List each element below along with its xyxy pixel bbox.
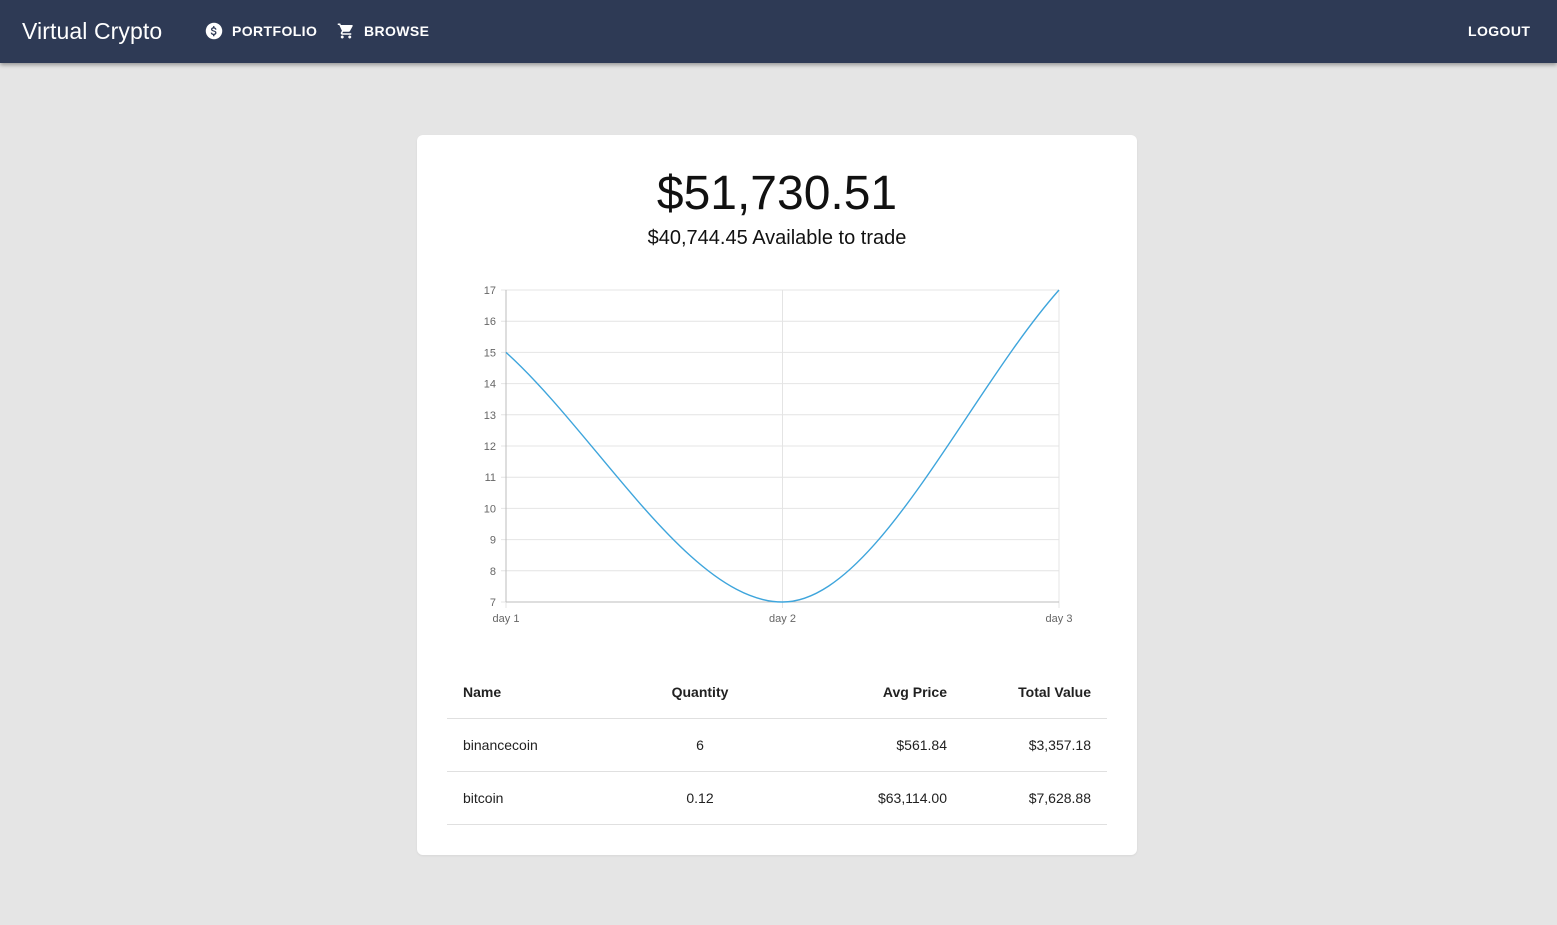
logout-label: LOGOUT bbox=[1468, 23, 1531, 39]
holdings-table: Name Quantity Avg Price Total Value bina… bbox=[447, 665, 1107, 825]
portfolio-line-chart: 7 8 9 10 11 12 13 14 15 16 17 day 1 day 2 day 3 bbox=[484, 285, 1073, 625]
header-name[interactable]: Name bbox=[447, 665, 619, 719]
app-title[interactable]: Virtual Crypto bbox=[22, 16, 162, 46]
table-row[interactable]: binancecoin 6 $561.84 $3,357.18 bbox=[447, 718, 1107, 772]
nav-portfolio-label: PORTFOLIO bbox=[232, 23, 318, 39]
logout-button[interactable]: LOGOUT bbox=[1468, 18, 1530, 44]
y-tick-label: 15 bbox=[484, 347, 496, 359]
holding-avg-price: $561.84 bbox=[781, 718, 963, 772]
holding-total-value: $7,628.88 bbox=[963, 771, 1107, 825]
header-avg-price[interactable]: Avg Price bbox=[781, 665, 963, 719]
portfolio-card: $51,730.51 $40,744.45 Available to trade… bbox=[417, 135, 1137, 855]
app-bar: Virtual Crypto PORTFOLIO BROWSE LOGOUT bbox=[0, 0, 1557, 63]
cart-icon bbox=[337, 23, 353, 39]
holding-quantity: 0.12 bbox=[619, 771, 781, 825]
x-tick-label: day 1 bbox=[493, 613, 520, 625]
header-quantity[interactable]: Quantity bbox=[619, 665, 781, 719]
y-tick-label: 8 bbox=[490, 566, 496, 578]
y-tick-label: 9 bbox=[490, 535, 496, 547]
y-tick-label: 11 bbox=[485, 472, 496, 484]
x-tick-label: day 3 bbox=[1046, 613, 1073, 625]
y-tick-label: 16 bbox=[484, 316, 496, 328]
holding-name: bitcoin bbox=[447, 771, 619, 825]
nav-browse-label: BROWSE bbox=[364, 23, 430, 39]
holding-total-value: $3,357.18 bbox=[963, 718, 1107, 772]
x-tick-label: day 2 bbox=[769, 613, 796, 625]
y-tick-label: 13 bbox=[484, 410, 496, 422]
holding-name: binancecoin bbox=[447, 718, 619, 772]
holding-quantity: 6 bbox=[619, 718, 781, 772]
nav-portfolio-button[interactable]: PORTFOLIO bbox=[205, 18, 317, 44]
dollar-circle-icon bbox=[205, 22, 223, 40]
y-tick-label: 7 bbox=[490, 597, 496, 609]
y-tick-label: 14 bbox=[484, 379, 496, 391]
table-row[interactable]: bitcoin 0.12 $63,114.00 $7,628.88 bbox=[447, 771, 1107, 825]
y-tick-label: 17 bbox=[484, 285, 496, 297]
y-tick-label: 12 bbox=[484, 441, 496, 453]
header-total-value[interactable]: Total Value bbox=[963, 665, 1107, 719]
y-tick-label: 10 bbox=[484, 503, 496, 515]
table-header-row: Name Quantity Avg Price Total Value bbox=[447, 665, 1107, 719]
nav-browse-button[interactable]: BROWSE bbox=[337, 18, 429, 44]
holding-avg-price: $63,114.00 bbox=[781, 771, 963, 825]
